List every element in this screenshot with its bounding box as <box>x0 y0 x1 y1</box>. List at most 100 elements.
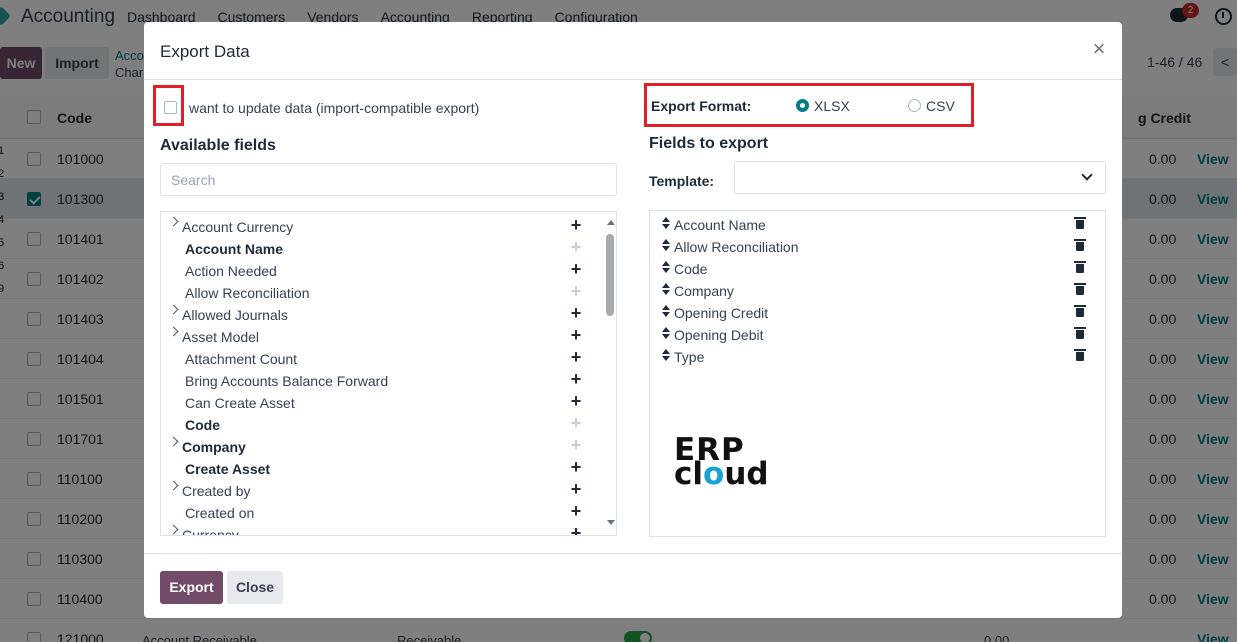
trash-icon[interactable] <box>1074 304 1086 317</box>
scrollbar-thumb[interactable] <box>606 234 614 316</box>
drag-sort-icon[interactable] <box>661 238 671 252</box>
plus-icon[interactable]: + <box>569 303 583 323</box>
plus-icon[interactable]: + <box>569 215 583 235</box>
field-label: Create Asset <box>185 461 271 477</box>
modal-title: Export Data <box>160 42 250 61</box>
plus-icon[interactable]: + <box>569 457 583 477</box>
format-xlsx-label[interactable]: XLSX <box>814 98 850 114</box>
field-label: Currency <box>182 527 239 536</box>
import-compatible-checkbox[interactable] <box>164 101 177 114</box>
list-item[interactable]: Asset Model + <box>161 324 601 346</box>
field-label: Account Name <box>185 241 284 257</box>
field-label: Can Create Asset <box>185 395 295 411</box>
field-label: Action Needed <box>185 263 277 279</box>
list-item[interactable]: Type <box>650 345 1105 367</box>
export-field-label: Opening Debit <box>674 327 764 343</box>
available-fields-scrollbar[interactable] <box>604 212 616 535</box>
chevron-right-icon[interactable] <box>168 304 179 315</box>
close-icon[interactable]: × <box>1090 38 1108 60</box>
list-item[interactable]: Bring Accounts Balance Forward + <box>161 368 601 390</box>
list-item[interactable]: Opening Debit <box>650 323 1105 345</box>
logo-line-2: cloud <box>674 456 769 492</box>
list-item[interactable]: Allow Reconciliation <box>650 235 1105 257</box>
plus-icon[interactable]: + <box>569 479 583 499</box>
close-button[interactable]: Close <box>227 571 283 604</box>
plus-icon[interactable]: + <box>569 391 583 411</box>
chevron-right-icon[interactable] <box>168 216 179 227</box>
list-item[interactable]: Company + <box>161 434 601 456</box>
field-label: Company <box>182 439 246 455</box>
field-label: Code <box>185 417 220 433</box>
field-label: Attachment Count <box>185 351 298 367</box>
fields-to-export-title: Fields to export <box>649 135 769 152</box>
list-item[interactable]: Opening Credit <box>650 301 1105 323</box>
format-csv-label[interactable]: CSV <box>926 98 955 114</box>
drag-sort-icon[interactable] <box>661 282 671 296</box>
list-item[interactable]: Allowed Journals + <box>161 302 601 324</box>
list-item[interactable]: Currency + <box>161 522 601 536</box>
export-field-label: Opening Credit <box>674 305 769 321</box>
list-item[interactable]: Attachment Count + <box>161 346 601 368</box>
import-compatible-label[interactable]: want to update data (import-compatible e… <box>189 100 479 116</box>
export-format-label: Export Format: <box>651 98 752 114</box>
template-select[interactable] <box>734 161 1106 194</box>
drag-sort-icon[interactable] <box>661 216 671 230</box>
field-label: Created on <box>185 505 255 521</box>
chevron-right-icon[interactable] <box>168 524 179 535</box>
list-item[interactable]: Can Create Asset + <box>161 390 601 412</box>
plus-icon[interactable]: + <box>569 369 583 389</box>
plus-icon[interactable]: + <box>569 347 583 367</box>
available-fields-list: Account Currency + Account Name + Action… <box>160 211 617 536</box>
chevron-right-icon[interactable] <box>168 326 179 337</box>
list-item[interactable]: Account Name <box>650 213 1105 235</box>
drag-sort-icon[interactable] <box>661 326 671 340</box>
plus-icon: + <box>570 435 582 455</box>
plus-icon: + <box>570 413 582 433</box>
plus-icon[interactable]: + <box>569 501 583 521</box>
export-button[interactable]: Export <box>160 571 223 604</box>
trash-icon[interactable] <box>1074 348 1086 361</box>
chevron-right-icon[interactable] <box>168 480 179 491</box>
trash-icon[interactable] <box>1074 216 1086 229</box>
format-csv-radio[interactable] <box>908 99 921 112</box>
trash-icon[interactable] <box>1074 260 1086 273</box>
drag-sort-icon[interactable] <box>661 304 671 318</box>
list-item[interactable]: Code + <box>161 412 601 434</box>
plus-icon[interactable]: + <box>569 523 583 535</box>
trash-icon[interactable] <box>1074 326 1086 339</box>
chevron-down-icon[interactable] <box>1081 169 1093 181</box>
list-item[interactable]: Code <box>650 257 1105 279</box>
export-field-label: Code <box>674 261 708 277</box>
scroll-up-icon[interactable] <box>607 220 615 225</box>
export-field-label: Account Name <box>674 217 766 233</box>
erp-cloud-logo: ERP cloud <box>674 435 782 495</box>
plus-icon[interactable]: + <box>569 259 583 279</box>
modal-header: Export Data × <box>144 22 1122 80</box>
trash-icon[interactable] <box>1074 238 1086 251</box>
list-item[interactable]: Allow Reconciliation + <box>161 280 601 302</box>
field-label: Allow Reconciliation <box>185 285 310 301</box>
list-item[interactable]: Created on + <box>161 500 601 522</box>
field-label: Account Currency <box>182 219 294 235</box>
field-label: Allowed Journals <box>182 307 288 323</box>
plus-icon[interactable]: + <box>569 325 583 345</box>
chevron-right-icon[interactable] <box>168 436 179 447</box>
field-search[interactable] <box>160 163 617 196</box>
plus-icon: + <box>570 237 582 257</box>
field-label: Bring Accounts Balance Forward <box>185 373 389 389</box>
scroll-down-icon[interactable] <box>607 520 615 525</box>
export-format-group: Export Format: XLSX CSV <box>644 83 974 127</box>
import-compatible-highlight <box>153 85 184 126</box>
field-label: Created by <box>182 483 251 499</box>
list-item[interactable]: Account Name + <box>161 236 601 258</box>
list-item[interactable]: Account Currency + <box>161 214 601 236</box>
format-xlsx-radio[interactable] <box>796 99 809 112</box>
list-item[interactable]: Created by + <box>161 478 601 500</box>
trash-icon[interactable] <box>1074 282 1086 295</box>
field-search-input[interactable] <box>161 164 616 195</box>
list-item[interactable]: Create Asset + <box>161 456 601 478</box>
list-item[interactable]: Action Needed + <box>161 258 601 280</box>
drag-sort-icon[interactable] <box>661 348 671 362</box>
drag-sort-icon[interactable] <box>661 260 671 274</box>
list-item[interactable]: Company <box>650 279 1105 301</box>
